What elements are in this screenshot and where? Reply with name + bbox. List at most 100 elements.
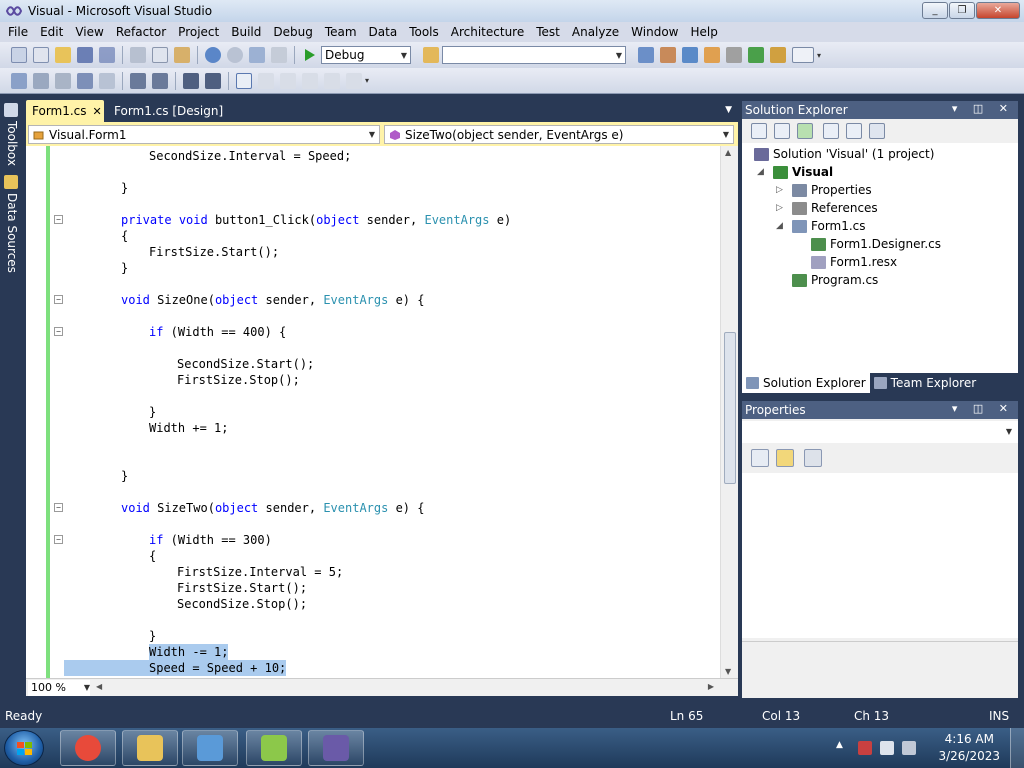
code-line[interactable]: Width -= 1; (26, 644, 720, 660)
network-icon[interactable] (880, 741, 894, 755)
decrease-indent-icon[interactable] (130, 72, 146, 89)
collapse-region-icon[interactable]: − (54, 535, 63, 544)
undo-icon[interactable] (205, 47, 221, 63)
properties-window-icon[interactable] (660, 47, 676, 63)
code-line[interactable]: } (26, 628, 720, 644)
scroll-left-icon[interactable]: ◀ (96, 682, 102, 691)
code-line[interactable]: } (26, 180, 720, 196)
menu-team[interactable]: Team (319, 22, 363, 42)
code-line[interactable]: − if (Width == 300) (26, 532, 720, 548)
view-code-icon[interactable] (823, 123, 839, 139)
quick-info-icon[interactable] (55, 72, 71, 89)
next-bookmark-folder-icon[interactable] (324, 72, 340, 89)
comment-lines-icon[interactable] (183, 72, 199, 89)
tab-form1-cs-design[interactable]: Form1.cs [Design] (108, 100, 238, 122)
clock-date[interactable]: 3/26/2023 (938, 749, 1000, 763)
toolbox-tab-icon[interactable] (4, 103, 18, 117)
paste-icon[interactable] (174, 47, 190, 63)
add-item-icon[interactable] (33, 47, 49, 63)
tree-node[interactable]: Form1.resx (811, 253, 897, 271)
collapse-icon[interactable]: ◢ (776, 221, 783, 231)
expand-icon[interactable]: ▷ (776, 203, 783, 213)
cut-icon[interactable] (130, 47, 146, 63)
indent-icon[interactable] (99, 72, 115, 89)
menu-edit[interactable]: Edit (34, 22, 69, 42)
copy-icon[interactable] (152, 47, 168, 63)
code-line[interactable]: } (26, 404, 720, 420)
bookmark-icon[interactable] (236, 72, 252, 89)
menu-debug[interactable]: Debug (267, 22, 318, 42)
close-button[interactable]: ✕ (976, 2, 1020, 19)
save-all-icon[interactable] (99, 47, 115, 63)
toolbar-overflow-icon[interactable]: ▾ (817, 51, 821, 60)
collapse-region-icon[interactable]: − (54, 215, 63, 224)
show-hidden-icons-icon[interactable]: ▲ (836, 740, 850, 754)
refresh-icon[interactable] (797, 123, 813, 139)
code-area[interactable]: SecondSize.Interval = Speed;} − private vo… (26, 146, 738, 678)
toolbar-overflow-icon[interactable]: ▾ (365, 76, 369, 85)
code-line[interactable]: { (26, 548, 720, 564)
scroll-down-icon[interactable]: ▼ (725, 667, 731, 676)
next-bookmark-icon[interactable] (280, 72, 296, 89)
code-line[interactable]: } (26, 260, 720, 276)
types-combo[interactable]: Visual.Form1 ▼ (28, 125, 380, 144)
code-line[interactable]: − if (Width == 400) { (26, 324, 720, 340)
menu-data[interactable]: Data (363, 22, 404, 42)
solution-configuration-combo[interactable]: Debug ▼ (321, 46, 411, 64)
code-line[interactable]: − void SizeOne(object sender, EventArgs e… (26, 292, 720, 308)
data-sources-tab-icon[interactable] (4, 175, 18, 189)
code-line[interactable]: − void SizeTwo(object sender, EventArgs e… (26, 500, 720, 516)
open-file-icon[interactable] (55, 47, 71, 63)
menu-view[interactable]: View (69, 22, 109, 42)
categorized-icon[interactable] (751, 449, 769, 467)
code-line[interactable]: Width += 1; (26, 420, 720, 436)
close-icon[interactable]: ✕ (93, 105, 102, 118)
tab-solution-explorer[interactable]: Solution Explorer (742, 373, 870, 393)
view-designer-icon[interactable] (846, 123, 862, 139)
command-window-icon[interactable] (792, 47, 814, 63)
tree-node[interactable]: ▷ References (776, 199, 878, 217)
navigate-forward-icon[interactable] (271, 47, 287, 63)
clear-bookmarks-icon[interactable] (346, 72, 362, 89)
tree-node[interactable]: ▷ Properties (776, 181, 872, 199)
minimize-button[interactable]: _ (922, 2, 948, 19)
object-browser-icon[interactable] (682, 47, 698, 63)
tree-node[interactable]: ◢ Visual (757, 163, 833, 181)
properties-icon[interactable] (751, 123, 767, 139)
code-line[interactable]: FirstSize.Start(); (26, 580, 720, 596)
collapse-region-icon[interactable]: − (54, 327, 63, 336)
object-selector-combo[interactable]: ▼ (742, 421, 1018, 443)
code-line[interactable]: SecondSize.Interval = Speed; (26, 148, 720, 164)
data-sources-tab[interactable]: Data Sources (3, 193, 19, 273)
property-pages-icon[interactable] (804, 449, 822, 467)
tab-form1-cs[interactable]: Form1.cs ✕ (26, 100, 104, 122)
panel-window-controls[interactable]: ▾ ◫ ✕ (952, 402, 1014, 415)
chrome-taskbar-button[interactable] (60, 730, 116, 766)
new-project-icon[interactable] (11, 47, 27, 63)
toolbox-tab[interactable]: Toolbox (3, 121, 19, 166)
menu-tools[interactable]: Tools (403, 22, 445, 42)
start-debugging-icon[interactable] (305, 49, 315, 61)
collapse-region-icon[interactable]: − (54, 295, 63, 304)
save-icon[interactable] (77, 47, 93, 63)
zoom-combo[interactable]: 100 % ▼ (28, 679, 90, 696)
find-symbol-icon[interactable] (638, 47, 654, 63)
action-center-icon[interactable] (858, 741, 872, 755)
find-in-files-icon[interactable] (423, 47, 439, 63)
show-desktop-button[interactable] (1010, 728, 1024, 768)
scroll-right-icon[interactable]: ▶ (708, 682, 714, 691)
menu-file[interactable]: File (2, 22, 34, 42)
clock-time[interactable]: 4:16 AM (945, 732, 994, 746)
scroll-up-icon[interactable]: ▲ (725, 148, 731, 157)
increase-indent-icon[interactable] (152, 72, 168, 89)
maximize-button[interactable]: ❐ (949, 2, 975, 19)
expand-icon[interactable]: ▷ (776, 185, 783, 195)
collapse-region-icon[interactable]: − (54, 503, 63, 512)
notepad-taskbar-button[interactable] (246, 730, 302, 766)
menu-project[interactable]: Project (172, 22, 225, 42)
tree-node[interactable]: Form1.Designer.cs (811, 235, 941, 253)
scrollbar-thumb[interactable] (724, 332, 736, 484)
display-object-member-list-icon[interactable] (11, 72, 27, 89)
redo-icon[interactable] (227, 47, 243, 63)
visual-studio-taskbar-button[interactable] (308, 730, 364, 766)
